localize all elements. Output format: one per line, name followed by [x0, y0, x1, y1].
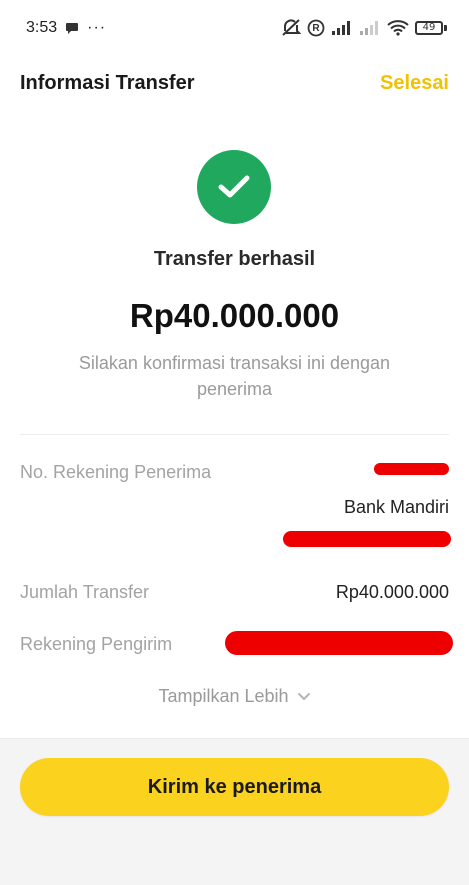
more-dots-icon: ··· [87, 19, 107, 36]
confirmation-message: Silakan konfirmasi transaksi ini dengan … [78, 353, 391, 399]
transfer-amount: Rp40.000.000 [129, 297, 340, 334]
status-right: R 49 [281, 19, 447, 37]
divider [20, 434, 449, 435]
transfer-amount-label: Jumlah Transfer [20, 582, 150, 602]
chat-bubble-icon [65, 21, 79, 35]
redacted-recipient-name [283, 531, 451, 547]
registered-letter: R [312, 22, 320, 34]
app-header: Informasi Transfer Selesai [0, 56, 469, 110]
success-check-icon [197, 150, 271, 224]
redacted-account-number [374, 463, 449, 475]
status-time: 3:53 [26, 19, 58, 36]
signal-icon [331, 20, 353, 36]
registered-icon: R [307, 19, 325, 37]
battery-level: 49 [415, 21, 443, 35]
send-to-recipient-button[interactable]: Kirim ke penerima [20, 758, 449, 816]
show-more-label: Tampilkan Lebih [158, 686, 289, 706]
mute-icon [281, 19, 301, 37]
success-title: Transfer berhasil [153, 248, 316, 270]
recipient-bank: Bank Mandiri [343, 497, 449, 517]
checkmark-icon [218, 175, 250, 198]
wifi-icon [387, 20, 409, 36]
sender-account-label: Rekening Pengirim [20, 634, 173, 654]
status-left: 3:53 ··· [26, 19, 106, 37]
done-button[interactable]: Selesai [380, 72, 449, 95]
show-more-button[interactable]: Tampilkan Lebih [0, 686, 469, 707]
recipient-account-label: No. Rekening Penerima [20, 462, 212, 482]
transfer-amount-value: Rp40.000.000 [335, 582, 449, 602]
status-bar: 3:53 ··· R 49 [0, 0, 469, 56]
chevron-down-icon [297, 692, 311, 702]
page-title: Informasi Transfer [20, 71, 195, 94]
battery-icon: 49 [415, 21, 447, 35]
battery-tip [444, 25, 447, 31]
redacted-sender-account [225, 631, 453, 655]
signal-weak-icon [359, 20, 381, 36]
